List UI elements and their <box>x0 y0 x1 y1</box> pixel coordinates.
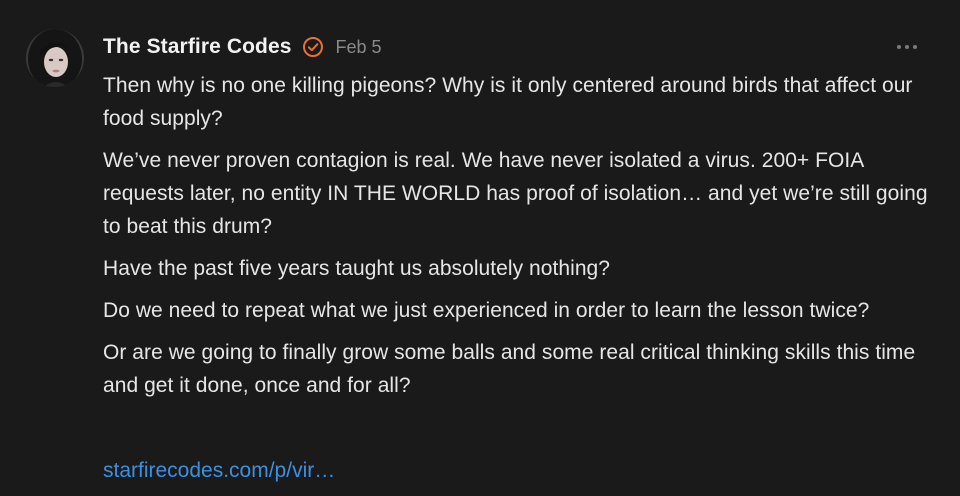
post-date: Feb 5 <box>335 36 382 57</box>
avatar-image <box>26 29 84 87</box>
author-name[interactable]: The Starfire Codes <box>103 35 292 59</box>
post-paragraph: Have the past five years taught us absol… <box>103 257 611 280</box>
post-paragraph: Do we need to repeat what we just experi… <box>103 299 870 322</box>
post-header: The Starfire Codes Feb 5 <box>103 33 382 61</box>
note-post: The Starfire Codes Feb 5 Then why is no … <box>0 0 960 496</box>
post-paragraph: We’ve never proven contagion is real. We… <box>103 149 928 238</box>
more-options-icon[interactable] <box>894 38 920 56</box>
verified-badge-icon <box>302 36 324 58</box>
post-link[interactable]: starfirecodes.com/p/vir… <box>103 454 335 487</box>
post-paragraph: Or are we going to finally grow some bal… <box>103 341 916 397</box>
post-paragraph: Then why is no one killing pigeons? Why … <box>103 74 913 130</box>
author-avatar[interactable] <box>26 29 84 87</box>
post-body: Then why is no one killing pigeons? Why … <box>103 69 933 411</box>
